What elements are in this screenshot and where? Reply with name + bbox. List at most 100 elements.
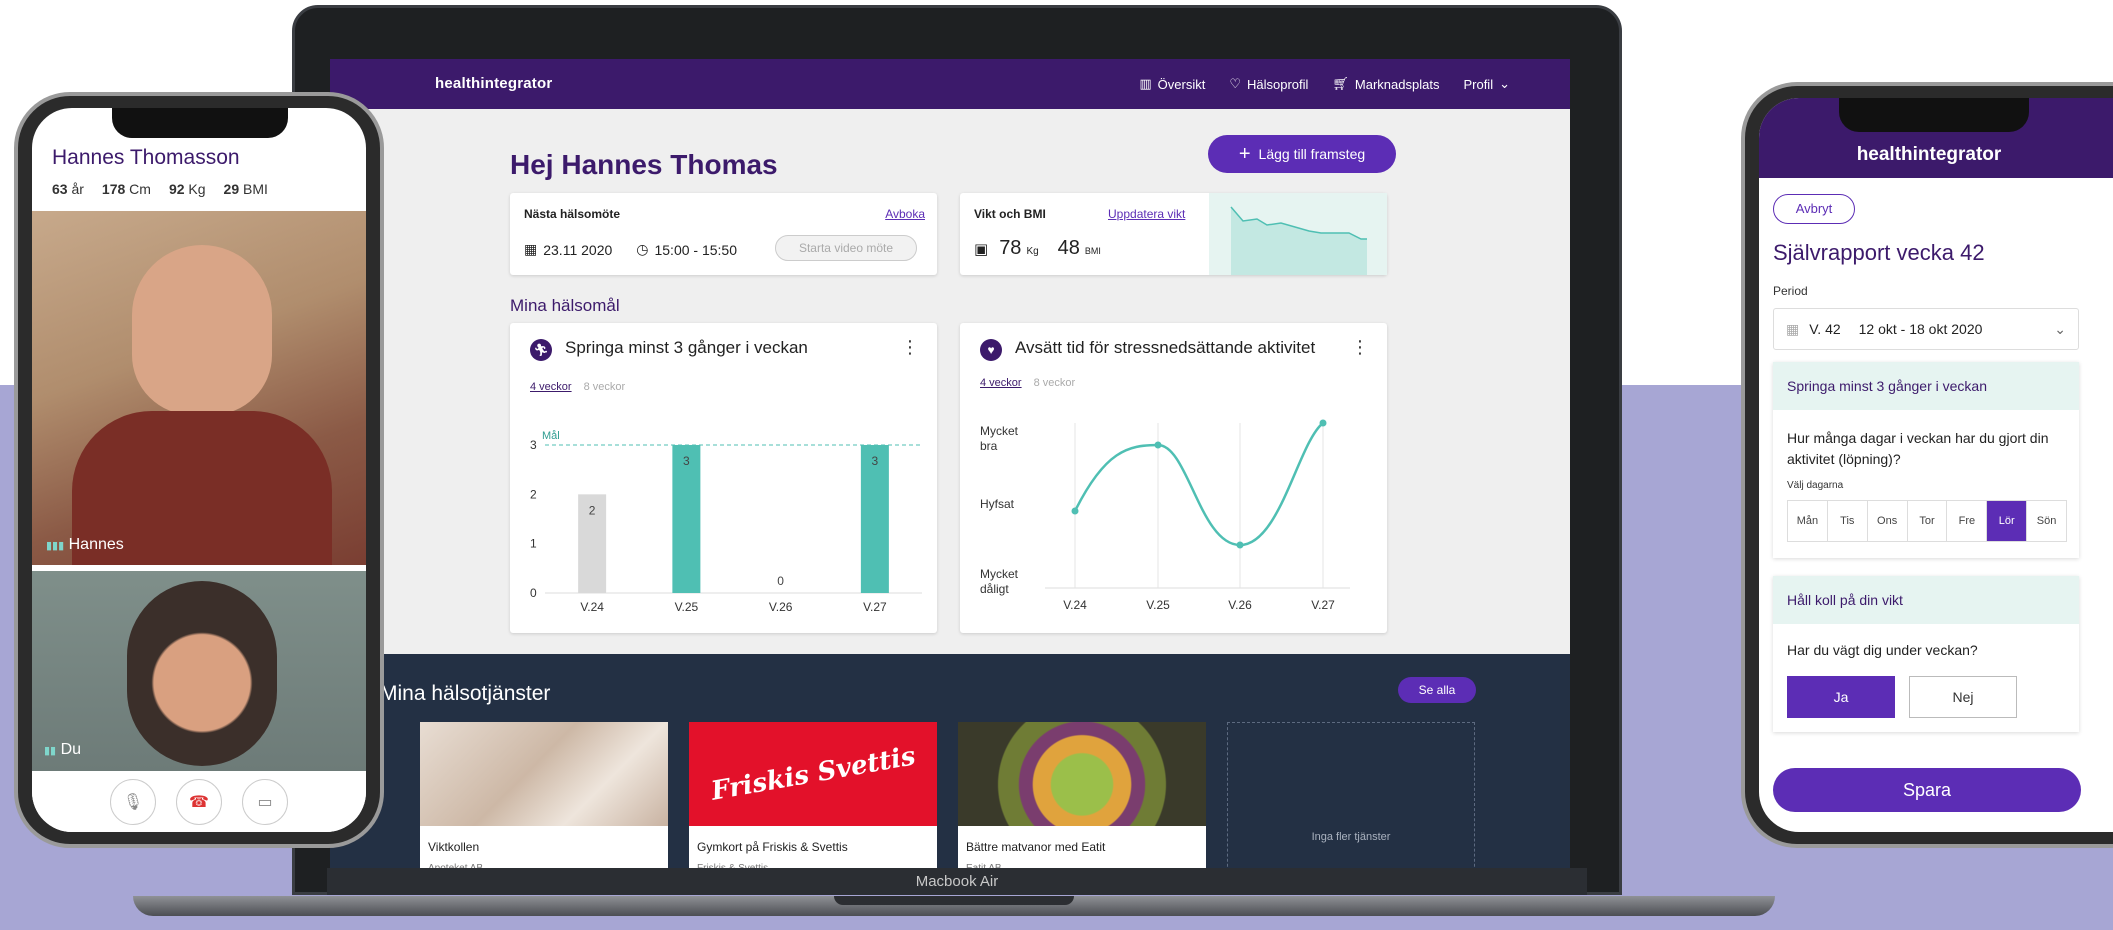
x-tick-label: V.26: [769, 600, 793, 614]
mic-icon: 🎙︎: [122, 793, 144, 811]
bmi-value: 29: [223, 181, 240, 197]
day-tue[interactable]: Tis: [1828, 501, 1868, 541]
service-title: Viktkollen: [428, 840, 480, 854]
services-section: Mina hälsotjänster Se alla Viktkollen Ap…: [330, 654, 1570, 871]
self-video: ▮▮ Du: [32, 571, 366, 771]
audio-level-icon: ▮▮: [44, 745, 57, 757]
day-fri[interactable]: Fre: [1947, 501, 1988, 541]
weight-trend-sparkline: [1209, 193, 1387, 275]
empty-services-text: Inga fler tjänster: [1311, 831, 1391, 843]
cancel-button[interactable]: Avbryt: [1773, 194, 1855, 224]
nav-overview[interactable]: ▥ Översikt: [1139, 76, 1205, 92]
phone-hangup-icon: ☎: [189, 793, 209, 811]
weight-unit: Kg: [1026, 246, 1039, 257]
day-wed[interactable]: Ons: [1868, 501, 1908, 541]
calendar-icon: ▦: [524, 241, 538, 257]
goal-card-running: 🏃︎ Springa minst 3 gånger i veckan ⋮ 4 v…: [510, 323, 937, 633]
y-tick-label: 0: [530, 586, 537, 600]
question-header: Springa minst 3 gånger i veckan: [1773, 362, 2079, 410]
service-card[interactable]: Viktkollen Apoteket AB: [420, 722, 668, 871]
question-header-text: Håll koll på din vikt: [1787, 592, 1903, 608]
audio-level-icon: ▮▮▮: [46, 540, 65, 552]
cart-icon: 🛒︎: [1332, 76, 1349, 91]
left-phone: Hannes Thomasson 63 år 178 Cm 92 Kg 29 B…: [14, 92, 384, 848]
age-value: 63: [52, 181, 68, 197]
chevron-down-icon: ⌄: [1499, 76, 1510, 91]
service-title: Gymkort på Friskis & Svettis: [697, 840, 848, 854]
day-thu[interactable]: Tor: [1908, 501, 1948, 541]
service-title: Bättre matvanor med Eatit: [966, 840, 1106, 854]
bmi-value: 48: [1057, 237, 1080, 259]
date-range: 12 okt - 18 okt 2020: [1858, 321, 1983, 337]
services-heading: Mina hälsotjänster: [380, 682, 551, 705]
service-image: [420, 722, 668, 826]
height-value: 178: [101, 181, 126, 197]
day-sun[interactable]: Sön: [2027, 501, 2066, 541]
data-label: 2: [589, 503, 596, 517]
start-video-button[interactable]: Starta video möte: [775, 235, 917, 261]
meeting-label: Nästa hälsomöte: [524, 207, 621, 221]
y-tick-label: 1: [530, 537, 537, 551]
caller-video: ▮▮▮ Hannes: [32, 211, 366, 565]
age-unit: år: [71, 181, 84, 197]
scale-icon: ▣: [974, 241, 989, 258]
goals-heading: Mina hälsomål: [510, 296, 620, 315]
caller-label: Hannes: [68, 536, 124, 553]
data-label: 3: [872, 454, 879, 468]
weight-value: 78: [999, 237, 1022, 259]
update-weight-link[interactable]: Uppdatera vikt: [1108, 207, 1185, 221]
building-icon: ▥: [1139, 76, 1152, 91]
question-card-running: Springa minst 3 gånger i veckan Hur mång…: [1773, 362, 2079, 558]
laptop: healthintegrator ▥ Översikt ♡ Hälsoprofil …: [292, 5, 1622, 895]
laptop-notch: [834, 896, 1074, 905]
self-label: Du: [60, 741, 82, 758]
nav-health-profile[interactable]: ♡ Hälsoprofil: [1229, 76, 1308, 92]
x-tick-label: V.24: [580, 600, 604, 614]
mic-button[interactable]: 🎙︎: [110, 778, 156, 825]
weight-unit: Kg: [188, 181, 206, 197]
save-button[interactable]: Spara: [1773, 768, 2081, 812]
add-progress-button[interactable]: + Lägg till framsteg: [1208, 135, 1396, 173]
service-card[interactable]: Bättre matvanor med Eatit Eatit AB: [958, 722, 1206, 871]
patient-name: Hannes Thomasson: [52, 146, 240, 169]
laptop-screen: healthintegrator ▥ Översikt ♡ Hälsoprofil …: [330, 59, 1570, 871]
yes-button[interactable]: Ja: [1787, 676, 1895, 718]
question-header-text: Springa minst 3 gånger i veckan: [1787, 378, 1987, 394]
camera-button[interactable]: ▭: [242, 778, 288, 825]
x-tick-label: V.27: [1311, 598, 1335, 612]
service-image: Friskis Svettis: [689, 722, 937, 826]
day-mon[interactable]: Mån: [1788, 501, 1828, 541]
nav-profile[interactable]: Profil ⌄: [1463, 76, 1510, 92]
x-tick-label: V.27: [863, 600, 887, 614]
report-title: Självrapport vecka 42: [1773, 240, 1985, 265]
page-title: Hej Hannes Thomas: [510, 149, 778, 180]
question-hint: Välj dagarna: [1787, 480, 1844, 491]
period-select[interactable]: ▦ V. 42 12 okt - 18 okt 2020 ⌄: [1773, 308, 2079, 350]
line-chart: V.24 V.25 V.26 V.27 Mycket dåligt Hyfsat Mycket…: [980, 419, 1350, 612]
calendar-icon: ▦: [1786, 320, 1800, 337]
see-all-button[interactable]: Se alla: [1398, 677, 1476, 703]
weight-value: 92: [168, 181, 185, 197]
data-point: [1236, 541, 1244, 549]
bmi-unit: BMI: [243, 181, 268, 197]
patient-stats: 63 år 178 Cm 92 Kg 29 BMI: [52, 181, 268, 197]
caller-face: [132, 245, 272, 415]
data-label: 0: [777, 574, 784, 588]
y-tick-label: 2: [530, 487, 537, 501]
bar-chart: 0 1 2 3 Mål 2 V.24 3 V.25 0 V.26 3 V.27: [530, 430, 922, 614]
day-selector: Mån Tis Ons Tor Fre Lör Sön: [1787, 500, 2067, 542]
phone-notch: [112, 108, 288, 138]
service-card[interactable]: Friskis Svettis Gymkort på Friskis & Sve…: [689, 722, 937, 871]
data-point: [1071, 507, 1079, 515]
period-label: Period: [1773, 284, 1808, 298]
hang-up-button[interactable]: ☎: [176, 778, 222, 825]
weight-card: Vikt och BMI Uppdatera vikt ▣ 78 Kg 48 BMI: [960, 193, 1387, 275]
brand-logo[interactable]: healthintegrator: [435, 75, 552, 92]
nav-marketplace[interactable]: 🛒︎ Marknadsplats: [1332, 76, 1439, 92]
cancel-meeting-link[interactable]: Avboka: [885, 207, 925, 221]
right-phone: healthintegrator Avbryt Självrapport vec…: [1741, 82, 2113, 848]
no-button[interactable]: Nej: [1909, 676, 2017, 718]
question-text: Hur många dagar i veckan har du gjort di…: [1787, 430, 2049, 467]
day-sat[interactable]: Lör: [1987, 501, 2028, 541]
empty-service-slot: Inga fler tjänster: [1227, 722, 1475, 871]
